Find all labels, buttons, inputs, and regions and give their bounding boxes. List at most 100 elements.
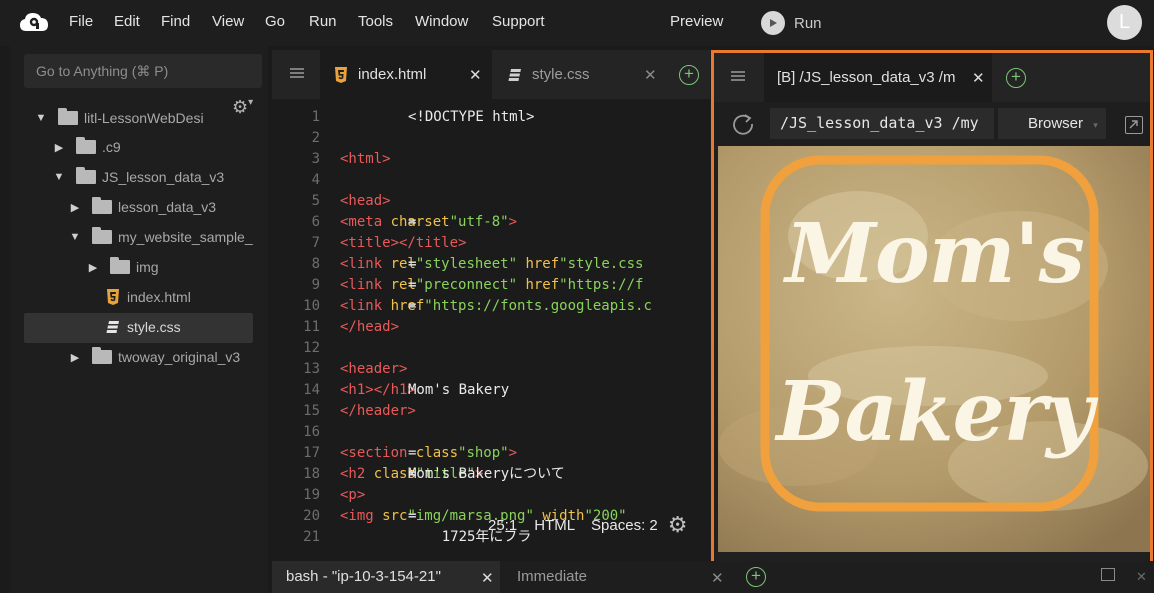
- code-text: <title></title>: [340, 235, 467, 251]
- code-line[interactable]: 2: [272, 128, 710, 149]
- code-line[interactable]: 11 </head>: [272, 317, 710, 338]
- add-tab-icon[interactable]: +: [746, 567, 766, 587]
- close-icon[interactable]: ✕: [1136, 569, 1147, 585]
- editor-status-bar: 25:1 HTML Spaces: 2 ⚙: [488, 512, 688, 538]
- code-line[interactable]: 5 <head>: [272, 191, 710, 212]
- code-line[interactable]: 10 <link href = "https://fonts.googleapis.…: [272, 296, 710, 317]
- language-mode[interactable]: HTML: [534, 517, 575, 534]
- tab-label: [B] /JS_lesson_data_v3 /m: [777, 69, 956, 86]
- folder-icon: [110, 257, 130, 274]
- tree-item-label: style.css: [127, 319, 181, 335]
- tree-item-style-css[interactable]: style.css: [106, 313, 181, 341]
- tree-item-c9[interactable]: ▶ .c9: [52, 133, 121, 161]
- preview-page: Mom's Bakery: [718, 146, 1150, 552]
- code-line[interactable]: 12: [272, 338, 710, 359]
- maximize-icon[interactable]: [1101, 568, 1115, 581]
- refresh-icon[interactable]: [731, 112, 755, 136]
- popout-icon[interactable]: [1125, 116, 1143, 134]
- menu-edit[interactable]: Edit: [114, 13, 140, 30]
- code-text: <link rel = "preconnect" href = "https://f: [340, 277, 644, 293]
- code-line[interactable]: 3 <html>: [272, 149, 710, 170]
- menu-view[interactable]: View: [212, 13, 244, 30]
- code-text: <link rel = "stylesheet" href = "style.css: [340, 256, 644, 272]
- cloud9-logo-icon[interactable]: [19, 11, 49, 33]
- page-heading-line1: Mom's: [785, 206, 1085, 302]
- code-line[interactable]: 14 <h1> Mom's Bakery </h1>: [272, 380, 710, 401]
- tree-item-img[interactable]: ▶ img: [86, 253, 159, 281]
- chevron-down-icon: ▼: [35, 112, 47, 124]
- tree-item-my-website-sample[interactable]: ▼ my_website_sample_: [68, 223, 253, 251]
- tree-item-lesson-data[interactable]: ▶ lesson_data_v3: [68, 193, 216, 221]
- menu-window[interactable]: Window: [415, 13, 468, 30]
- code-line[interactable]: 16: [272, 422, 710, 443]
- code-line[interactable]: 18 <h2 class = "title"> Mom's Bakeryについて: [272, 464, 710, 485]
- tab-index-html[interactable]: index.html: [320, 50, 492, 99]
- chevron-right-icon: ▶: [54, 141, 64, 154]
- tree-item-label: twoway_original_v3: [118, 349, 241, 365]
- tab-menu-icon[interactable]: [731, 71, 745, 81]
- run-button[interactable]: Run: [761, 10, 822, 36]
- code-line[interactable]: 8 <link rel = "stylesheet" href = "style.css: [272, 254, 710, 275]
- menu-go[interactable]: Go: [265, 13, 285, 30]
- code-text: <meta charset = "utf-8">: [340, 214, 518, 230]
- code-text: <h1> Mom's Bakery </h1>: [340, 382, 510, 398]
- code-line[interactable]: 1 <!DOCTYPE html>: [272, 107, 710, 128]
- folder-icon: [76, 167, 96, 184]
- menu-support[interactable]: Support: [492, 13, 545, 30]
- code-line[interactable]: 13 <header>: [272, 359, 710, 380]
- line-number: 5: [311, 193, 320, 209]
- tree-item-label: .c9: [102, 139, 121, 155]
- tree-item-root[interactable]: ▼ litl-LessonWebDesi: [34, 104, 204, 132]
- tab-immediate[interactable]: Immediate: [517, 561, 587, 593]
- folder-icon: [58, 108, 78, 125]
- tree-item-label: JS_lesson_data_v3: [102, 169, 225, 185]
- code-line[interactable]: 19 <p>: [272, 485, 710, 506]
- close-icon[interactable]: ✕: [644, 66, 657, 84]
- close-icon[interactable]: ✕: [469, 66, 482, 84]
- preview-url-field[interactable]: /JS_lesson_data_v3 /my: [770, 108, 994, 139]
- browser-select-label: Browser: [1028, 115, 1084, 132]
- browser-select[interactable]: Browser ▾: [998, 108, 1106, 139]
- tab-preview[interactable]: [B] /JS_lesson_data_v3 /m: [764, 53, 992, 102]
- code-line[interactable]: 17 <section class = "shop">: [272, 443, 710, 464]
- code-line[interactable]: 7 <title></title>: [272, 233, 710, 254]
- cursor-position: 25:1: [488, 516, 518, 534]
- tree-item-label: lesson_data_v3: [118, 199, 217, 215]
- code-line[interactable]: 9 <link rel = "preconnect" href = "https://f: [272, 275, 710, 296]
- preview-button[interactable]: Preview: [670, 13, 723, 30]
- menu-run[interactable]: Run: [309, 13, 337, 30]
- tree-item-twoway-original[interactable]: ▶ twoway_original_v3: [68, 343, 240, 371]
- gear-icon[interactable]: ⚙▾: [232, 97, 253, 118]
- code-line[interactable]: 4: [272, 170, 710, 191]
- add-tab-icon[interactable]: +: [1006, 68, 1026, 88]
- code-editor[interactable]: 1 <!DOCTYPE html> 2 3 <html> 4 5 <head> 6 <meta …: [272, 99, 710, 549]
- code-line[interactable]: 6 <meta charset = "utf-8">: [272, 212, 710, 233]
- code-text: <link href = "https://fonts.googleapis.c: [340, 298, 652, 314]
- menu-file[interactable]: File: [69, 13, 93, 30]
- add-tab-icon[interactable]: +: [679, 65, 699, 85]
- page-heading-line2: Bakery: [776, 364, 1093, 460]
- indent-setting[interactable]: Spaces: 2: [591, 517, 658, 534]
- line-number: 11: [303, 319, 320, 335]
- css3-icon: [106, 321, 119, 333]
- menu-find[interactable]: Find: [161, 13, 190, 30]
- chevron-right-icon: ▶: [88, 261, 98, 274]
- menu-tools[interactable]: Tools: [358, 13, 393, 30]
- gear-icon[interactable]: ⚙: [668, 512, 688, 538]
- close-icon[interactable]: ✕: [711, 569, 724, 587]
- line-number: 1: [311, 109, 320, 125]
- tree-item-js-lesson-data[interactable]: ▼ JS_lesson_data_v3: [52, 163, 224, 191]
- tree-item-index-html[interactable]: index.html: [106, 283, 191, 311]
- folder-icon: [92, 197, 112, 214]
- tab-menu-icon[interactable]: [290, 68, 304, 78]
- close-icon[interactable]: ✕: [972, 69, 985, 87]
- tree-item-label: index.html: [127, 289, 191, 305]
- go-to-anything-input[interactable]: Go to Anything (⌘ P): [24, 54, 262, 88]
- tab-bash-terminal[interactable]: bash - "ip-10-3-154-21": [272, 561, 500, 593]
- code-text: </header>: [340, 403, 416, 419]
- close-icon[interactable]: ✕: [481, 569, 494, 587]
- code-line[interactable]: 15 </header>: [272, 401, 710, 422]
- tab-style-css[interactable]: style.css: [495, 50, 665, 99]
- chevron-right-icon: ▶: [70, 351, 80, 364]
- avatar[interactable]: L: [1107, 5, 1142, 40]
